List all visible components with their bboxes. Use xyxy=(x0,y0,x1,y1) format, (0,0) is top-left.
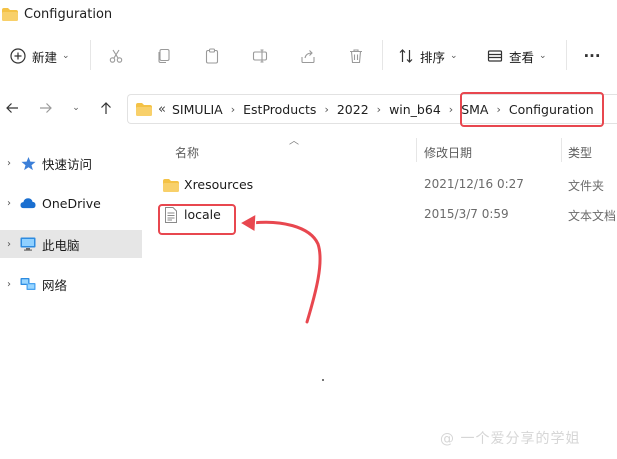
new-button-label: 新建 xyxy=(32,49,58,65)
toolbar-divider xyxy=(382,40,383,70)
toolbar-divider xyxy=(566,40,567,70)
sidebar-item-label: 快速访问 xyxy=(42,156,93,172)
new-button[interactable]: 新建 ⌄ xyxy=(10,42,70,70)
column-header-name[interactable]: 名称 xyxy=(175,144,199,161)
up-button[interactable] xyxy=(96,98,116,118)
chevron-right-icon[interactable]: › xyxy=(449,103,453,116)
delete-button[interactable] xyxy=(346,42,366,70)
breadcrumb-item[interactable]: EstProducts xyxy=(243,102,316,117)
rename-icon xyxy=(252,49,268,63)
sort-arrows-icon xyxy=(399,49,413,63)
watermark: @ 一个爱分享的学姐 xyxy=(440,431,581,447)
view-list-icon xyxy=(487,50,503,62)
chevron-down-icon: ⌄ xyxy=(72,103,80,113)
forward-button[interactable] xyxy=(36,98,56,118)
sort-ascending-icon: ︿ xyxy=(289,136,299,147)
sort-button[interactable]: 排序 ⌄ xyxy=(398,42,458,70)
arrow-left-icon xyxy=(6,103,18,113)
window-title: Configuration xyxy=(24,6,113,22)
file-type: 文本文档 xyxy=(568,209,617,223)
more-options-button[interactable]: ··· xyxy=(578,42,606,70)
file-type: 文件夹 xyxy=(568,179,605,193)
breadcrumb-item[interactable]: SIMULIA xyxy=(172,102,223,117)
chevron-down-icon: ⌄ xyxy=(450,51,458,61)
chevron-right-icon[interactable]: › xyxy=(324,103,328,116)
arrow-up-icon xyxy=(101,102,111,114)
file-date: 2015/3/7 0:59 xyxy=(424,207,509,221)
file-name: Xresources xyxy=(184,177,254,192)
overflow-chevron-icon[interactable]: « xyxy=(158,102,166,117)
chevron-right-icon[interactable]: › xyxy=(377,103,381,116)
plus-circle-icon xyxy=(10,48,26,64)
file-row-xresources[interactable]: Xresources 2021/12/16 0:27 文件夹 xyxy=(156,171,617,199)
chevron-right-icon[interactable]: › xyxy=(2,279,16,290)
back-button[interactable] xyxy=(2,98,22,118)
chevron-down-icon: ⌄ xyxy=(539,51,547,61)
sidebar-item-label: 网络 xyxy=(42,277,68,293)
recent-locations-button[interactable]: ⌄ xyxy=(70,98,82,118)
copy-button[interactable] xyxy=(154,42,174,70)
sort-button-label: 排序 xyxy=(420,49,446,65)
column-header-date[interactable]: 修改日期 xyxy=(424,144,472,161)
chevron-right-icon[interactable]: › xyxy=(2,198,16,209)
folder-icon xyxy=(136,102,152,116)
sidebar-item-quick-access[interactable]: › 快速访问 xyxy=(0,149,142,177)
sidebar-item-label: OneDrive xyxy=(42,195,101,211)
cloud-icon xyxy=(20,195,36,211)
column-header-type[interactable]: 类型 xyxy=(568,144,592,161)
scissors-icon xyxy=(109,49,123,63)
chevron-down-icon: ⌄ xyxy=(62,51,70,61)
sidebar-item-network[interactable]: › 网络 xyxy=(0,270,142,298)
trash-icon xyxy=(350,49,362,64)
paste-button[interactable] xyxy=(202,42,222,70)
title-bar: Configuration xyxy=(0,0,617,28)
share-icon xyxy=(301,50,315,64)
chevron-right-icon[interactable]: › xyxy=(2,239,16,250)
cut-button[interactable] xyxy=(106,42,126,70)
chevron-right-icon[interactable]: › xyxy=(2,158,16,169)
star-icon xyxy=(20,155,36,171)
highlight-box-file xyxy=(158,204,236,235)
column-divider[interactable] xyxy=(561,138,562,162)
cursor-dot xyxy=(322,379,324,381)
breadcrumb-item[interactable]: 2022 xyxy=(337,102,369,117)
folder-icon xyxy=(2,7,18,21)
command-bar: 新建 ⌄ 排序 ⌄ 查看 ⌄ ··· xyxy=(0,30,617,82)
chevron-right-icon[interactable]: › xyxy=(231,103,235,116)
pc-icon xyxy=(20,236,36,252)
clipboard-icon xyxy=(205,48,219,64)
rename-button[interactable] xyxy=(250,42,270,70)
folder-icon xyxy=(163,179,179,192)
arrow-right-icon xyxy=(40,103,52,113)
share-button[interactable] xyxy=(298,42,318,70)
view-button[interactable]: 查看 ⌄ xyxy=(487,42,547,70)
breadcrumb-item[interactable]: win_b64 xyxy=(389,102,441,117)
sidebar-item-onedrive[interactable]: › OneDrive xyxy=(0,189,142,217)
sidebar-item-this-pc[interactable]: › 此电脑 xyxy=(0,230,142,258)
file-date: 2021/12/16 0:27 xyxy=(424,177,524,191)
view-button-label: 查看 xyxy=(509,49,535,65)
sidebar-item-label: 此电脑 xyxy=(42,237,80,253)
network-icon xyxy=(20,276,36,292)
copy-icon xyxy=(158,48,170,64)
column-divider[interactable] xyxy=(416,138,417,162)
toolbar-divider xyxy=(90,40,91,70)
highlight-box-path xyxy=(460,92,604,127)
